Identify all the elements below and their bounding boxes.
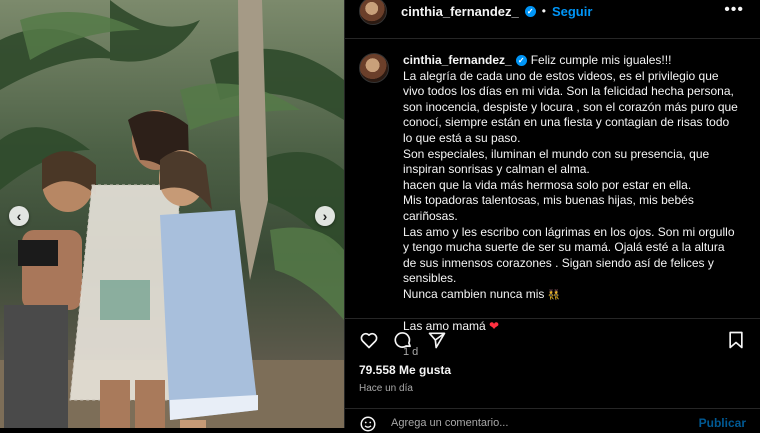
header-user-block: cinthia_fernandez_ ✓ • Seguir: [401, 4, 592, 19]
comment-bar: Publicar: [345, 408, 760, 433]
bookmark-icon[interactable]: [726, 330, 746, 350]
caption-user: cinthia_fernandez_ ✓: [403, 53, 527, 69]
publish-button[interactable]: Publicar: [699, 412, 746, 430]
verified-badge-icon: ✓: [524, 5, 536, 17]
caption-paragraph-6: Nunca cambien nunca mis: [403, 286, 545, 301]
caption-paragraph-6-line: Nunca cambien nunca mis 👯: [403, 287, 739, 304]
author-username[interactable]: cinthia_fernandez_: [401, 4, 519, 19]
post-side-panel: cinthia_fernandez_ ✓ • Seguir ••• cinthi…: [344, 0, 760, 432]
chevron-left-icon: ‹: [16, 208, 22, 224]
smiley-icon[interactable]: [359, 415, 377, 433]
carousel-prev-button[interactable]: ‹: [9, 206, 29, 226]
caption-body: cinthia_fernandez_ ✓ Feliz cumple mis ig…: [403, 53, 739, 360]
post-media[interactable]: ‹ ›: [0, 0, 344, 428]
post-header: cinthia_fernandez_ ✓ • Seguir •••: [345, 0, 760, 25]
caption-paragraph-4: Mis topadoras talentosas, mis buenas hij…: [403, 193, 694, 223]
comment-input[interactable]: [389, 412, 699, 430]
speech-bubble-icon[interactable]: [393, 330, 413, 350]
more-options-icon[interactable]: •••: [724, 1, 744, 19]
caption-paragraph-5: Las amo y les escribo con lágrimas en lo…: [403, 224, 735, 286]
header-separator: •: [541, 4, 546, 18]
caption-paragraph-2: Son especiales, iluminan el mundo con su…: [403, 146, 710, 177]
author-avatar[interactable]: [359, 0, 387, 25]
caption-avatar[interactable]: [359, 53, 389, 83]
follow-button[interactable]: Seguir: [552, 4, 592, 19]
posted-time: Hace un día: [359, 383, 413, 394]
actions-section: 79.558 Me gusta Hace un día: [345, 318, 760, 394]
paper-plane-icon[interactable]: [427, 330, 447, 350]
likes-count[interactable]: 79.558 Me gusta: [359, 363, 746, 377]
caption-username[interactable]: cinthia_fernandez_: [403, 53, 512, 69]
chevron-right-icon: ›: [322, 208, 328, 224]
post-photo: [0, 0, 344, 428]
caption-comment: cinthia_fernandez_ ✓ Feliz cumple mis ig…: [345, 39, 760, 360]
caption-first-line: Feliz cumple mis iguales!!!: [530, 53, 672, 67]
carousel-next-button[interactable]: ›: [315, 206, 335, 226]
instagram-post: ‹ › cinthia_fernandez_ ✓ • Seguir ••• ci…: [0, 0, 760, 432]
caption-paragraph-1: La alegría de cada uno de estos videos, …: [403, 68, 738, 145]
caption-verified-badge-icon: ✓: [515, 55, 527, 67]
caption-paragraph-3: hacen que la vida más hermosa solo por e…: [403, 177, 692, 192]
dancers-emoji-icon: 👯: [547, 289, 561, 301]
heart-outline-icon[interactable]: [359, 330, 379, 350]
action-buttons: [359, 329, 746, 351]
